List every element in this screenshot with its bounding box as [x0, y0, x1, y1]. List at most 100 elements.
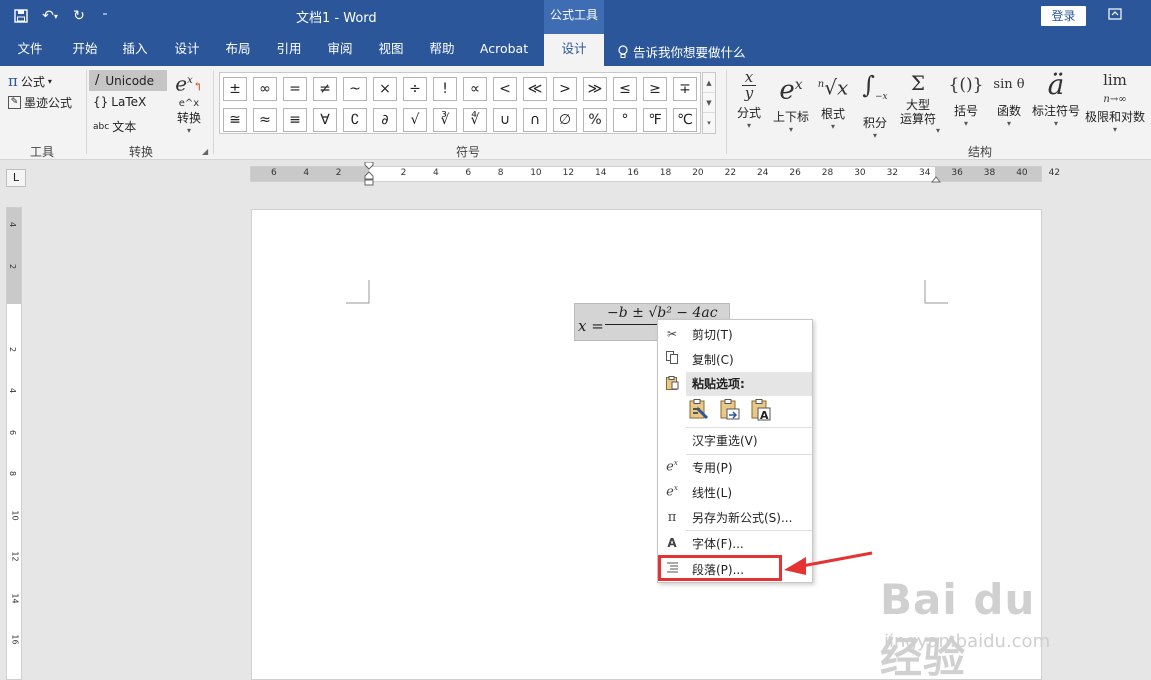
- customize-icon[interactable]: ⁼: [94, 5, 116, 27]
- ruler-number: 8: [8, 470, 18, 477]
- symbol-button[interactable]: ∓: [673, 77, 697, 101]
- symbol-button[interactable]: ≤: [613, 77, 637, 101]
- symbol-button[interactable]: ∀: [313, 108, 337, 132]
- paste-keep-source-icon[interactable]: [688, 399, 710, 421]
- clipboard-icon: [658, 375, 686, 393]
- tab-equation-design[interactable]: 设计: [544, 34, 604, 66]
- radical-button[interactable]: n√x 根式 ▾: [816, 68, 850, 131]
- unicode-button[interactable]: / Unicode: [89, 70, 167, 91]
- chevron-down-icon: ▾: [186, 125, 191, 135]
- paste-text-only-icon[interactable]: A: [750, 399, 772, 422]
- save-new-label: 另存为新公式(S)...: [692, 510, 793, 525]
- symbol-button[interactable]: ∅: [553, 108, 577, 132]
- symbol-button[interactable]: °: [613, 108, 637, 132]
- gallery-scrollbar[interactable]: ▲ ▼ ▾: [702, 72, 716, 134]
- scroll-up-icon[interactable]: ▲: [703, 73, 715, 93]
- tab-acrobat[interactable]: Acrobat: [472, 34, 536, 66]
- gallery-more-icon[interactable]: ▾: [703, 113, 715, 133]
- scissors-icon: ✂: [666, 327, 678, 341]
- tab-layout[interactable]: 布局: [215, 34, 261, 66]
- symbol-button[interactable]: %: [583, 108, 607, 132]
- symbol-button[interactable]: ∩: [523, 108, 547, 132]
- symbol-button[interactable]: ≅: [223, 108, 247, 132]
- tab-help[interactable]: 帮助: [419, 34, 465, 66]
- right-indent-marker-icon[interactable]: [930, 172, 942, 183]
- fraction-button[interactable]: xy 分式 ▾: [734, 68, 764, 131]
- symbol-button[interactable]: ∞: [253, 77, 277, 101]
- function-button[interactable]: sin θ 函数 ▾: [990, 68, 1028, 128]
- tab-review[interactable]: 审阅: [317, 34, 363, 66]
- tab-insert[interactable]: 插入: [112, 34, 158, 66]
- professional-label: 专用(P): [692, 460, 733, 475]
- symbol-button[interactable]: ℉: [643, 108, 667, 132]
- symbol-button[interactable]: ≪: [523, 77, 547, 101]
- ink-equation-button[interactable]: ✎ 墨迹公式: [8, 94, 72, 111]
- ruler-number: 4: [8, 221, 18, 228]
- limit-log-button[interactable]: lim n→∞ 极限和对数 ▾: [1083, 68, 1147, 135]
- symbol-button[interactable]: ≥: [643, 77, 667, 101]
- text-button[interactable]: abc 文本: [93, 118, 136, 135]
- symbol-button[interactable]: <: [493, 77, 517, 101]
- menu-item-copy[interactable]: 复制(C): [658, 347, 812, 371]
- symbol-button[interactable]: ∪: [493, 108, 517, 132]
- save-icon[interactable]: [10, 5, 32, 27]
- menu-item-linear[interactable]: ex 线性(L): [658, 480, 812, 504]
- symbol-button[interactable]: ≠: [313, 77, 337, 101]
- latex-button[interactable]: {} LaTeX: [93, 95, 146, 109]
- menu-item-cut[interactable]: ✂ 剪切(T): [658, 322, 812, 346]
- ribbon-display-icon[interactable]: [1108, 7, 1126, 25]
- tab-design[interactable]: 设计: [164, 34, 210, 66]
- paste-merge-icon[interactable]: [719, 399, 741, 421]
- ruler-number: 14: [10, 592, 20, 604]
- convert-button[interactable]: ex↰ e^x 转换 ▾: [170, 70, 208, 135]
- slash-icon: /: [95, 73, 100, 88]
- equation-lhs: x =: [578, 317, 604, 335]
- indent-marker-icon[interactable]: [364, 161, 374, 186]
- tab-home[interactable]: 开始: [60, 34, 110, 66]
- symbol-button[interactable]: ±: [223, 77, 247, 101]
- equation-button[interactable]: π 公式 ▾: [8, 72, 52, 90]
- symbol-button[interactable]: ≡: [283, 108, 307, 132]
- symbol-button[interactable]: ~: [343, 77, 367, 101]
- scroll-down-icon[interactable]: ▼: [703, 93, 715, 113]
- menu-item-reconvert[interactable]: 汉字重选(V): [658, 428, 812, 452]
- symbol-button[interactable]: ℃: [673, 108, 697, 132]
- menu-item-professional[interactable]: ex 专用(P): [658, 455, 812, 479]
- symbol-button[interactable]: ∁: [343, 108, 367, 132]
- redo-icon[interactable]: ↻: [68, 5, 90, 27]
- vertical-ruler[interactable]: 4 2 2 4 6 8 10 12 14 16: [6, 207, 22, 680]
- large-operator-button[interactable]: Σ 大型 运算符 ▾: [896, 68, 940, 135]
- symbol-button[interactable]: ×: [373, 77, 397, 101]
- script-button[interactable]: ex 上下标 ▾: [771, 68, 811, 134]
- quick-access-toolbar: ↶ ▾ ↻ ⁼: [10, 5, 116, 27]
- symbol-button[interactable]: √: [403, 108, 427, 132]
- symbol-button[interactable]: ∝: [463, 77, 487, 101]
- symbol-button[interactable]: =: [283, 77, 307, 101]
- undo-icon[interactable]: ↶ ▾: [36, 5, 64, 27]
- login-button[interactable]: 登录: [1041, 6, 1086, 26]
- group-label-tools: 工具: [30, 145, 55, 159]
- symbol-button[interactable]: ∛: [433, 108, 457, 132]
- margin-corner-marker: [346, 280, 370, 304]
- tab-file[interactable]: 文件: [8, 34, 52, 66]
- tab-references[interactable]: 引用: [266, 34, 312, 66]
- horizontal-ruler[interactable]: 6 4 2 2 4 6 8 10 12 14 16 18 20 22 24 26 28 30 32 34 36 38 40 4…: [250, 161, 1060, 186]
- tab-view[interactable]: 视图: [368, 34, 414, 66]
- ruler-number: 14: [595, 168, 607, 178]
- symbol-button[interactable]: ∂: [373, 108, 397, 132]
- symbol-button[interactable]: !: [433, 77, 457, 101]
- dialog-launcher-icon[interactable]: ◢: [202, 147, 208, 156]
- accent-button[interactable]: ä 标注符号 ▾: [1030, 68, 1082, 128]
- tab-selector[interactable]: L: [6, 169, 26, 187]
- limit-log-label: 极限和对数: [1084, 110, 1145, 124]
- copy-icon: [658, 351, 686, 367]
- symbol-button[interactable]: ∜: [463, 108, 487, 132]
- symbol-button[interactable]: ≈: [253, 108, 277, 132]
- symbol-button[interactable]: ≫: [583, 77, 607, 101]
- integral-button[interactable]: ∫−x 积分 ▾: [858, 68, 892, 140]
- bracket-button[interactable]: {()} 括号 ▾: [947, 68, 985, 128]
- symbol-button[interactable]: >: [553, 77, 577, 101]
- symbol-button[interactable]: ÷: [403, 77, 427, 101]
- tell-me-search[interactable]: 告诉我你想要做什么: [617, 42, 746, 61]
- menu-item-save-new-equation[interactable]: π 另存为新公式(S)...: [658, 505, 812, 529]
